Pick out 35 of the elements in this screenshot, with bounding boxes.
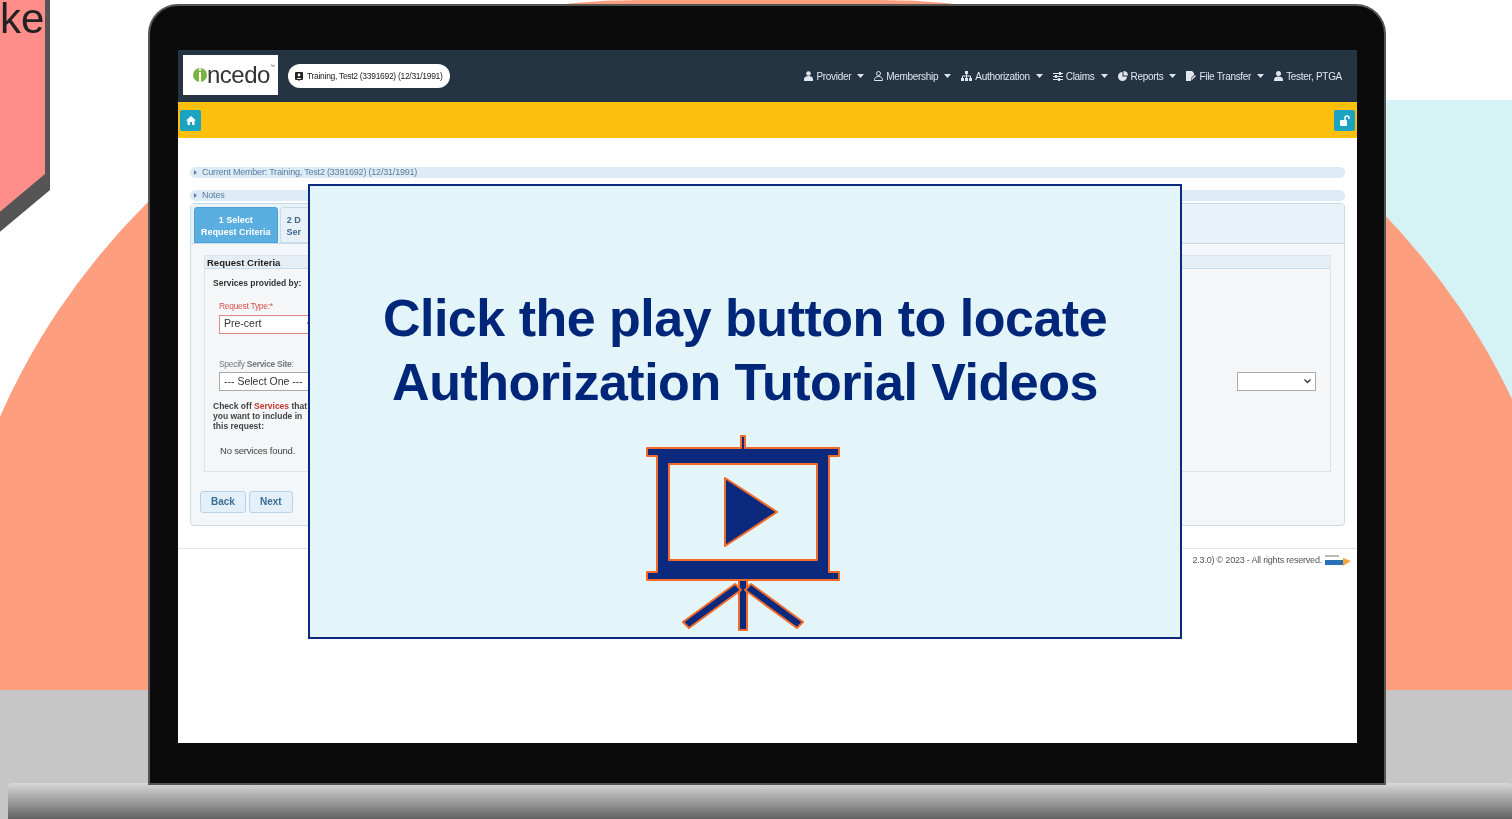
nav-menu-item[interactable]: Membership (874, 68, 952, 84)
powered-by-logo-icon (1325, 553, 1353, 568)
sliders-icon (1052, 71, 1063, 81)
empty-message: No services found. (219, 444, 297, 459)
nav-menu-item[interactable]: Reports (1117, 68, 1177, 84)
nav-button[interactable]: Next (248, 490, 293, 513)
user-icon (1274, 71, 1284, 81)
file-pen-icon (1186, 71, 1197, 81)
home-button[interactable] (180, 109, 201, 131)
field-label: Request Type:* (219, 299, 274, 313)
version-footer: 2.3.0) © 2023 - All rights reserved. (1192, 553, 1322, 568)
auth-plan-select[interactable] (1237, 372, 1316, 392)
nav-menu-item[interactable]: Claims (1052, 68, 1108, 84)
user-icon (804, 71, 814, 81)
caret-right-icon (194, 193, 197, 198)
caret-right-icon (194, 170, 197, 175)
instruction-text: Check off Services that you want to include in this request: (212, 401, 309, 432)
home-icon (185, 115, 196, 125)
nav-menu-item[interactable]: Authorization (961, 68, 1043, 84)
unlock-icon (1339, 114, 1350, 126)
nav-menu-item[interactable]: Tester, PTGA (1274, 68, 1342, 84)
user-outline-icon (874, 71, 884, 81)
field-label: Specify Service Site: (219, 357, 295, 371)
pie-chart-icon (1117, 71, 1128, 81)
member-pill[interactable]: Training, Test2 (3391692) (12/31/1991) (288, 64, 450, 88)
nav-menu-item[interactable]: Provider (804, 68, 865, 84)
nav-button[interactable]: Back (200, 490, 246, 513)
collapsible-panel-header[interactable]: Current Member: Training, Test2 (3391692) (12/31/1991) (190, 167, 1345, 178)
chevron-down-icon (1304, 379, 1311, 385)
nav-menu-item[interactable]: File Transfer (1186, 68, 1265, 84)
unlock-button[interactable] (1334, 109, 1355, 131)
sitemap-icon (961, 71, 973, 81)
contact-card-icon (295, 71, 303, 81)
overlay-title: Click the play button to locate (382, 288, 1108, 349)
section-heading: Services provided by: (212, 277, 303, 290)
